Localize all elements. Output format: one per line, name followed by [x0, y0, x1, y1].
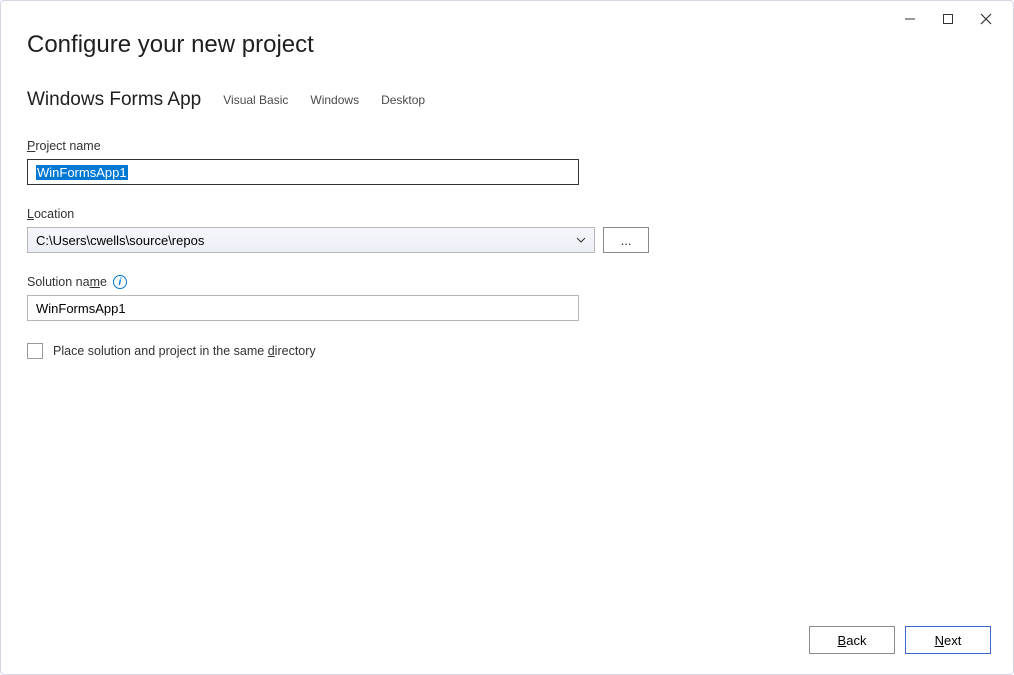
close-icon: [980, 13, 992, 25]
solution-name-group: Solution name i: [27, 275, 987, 321]
back-button[interactable]: Back: [809, 626, 895, 654]
location-combo[interactable]: C:\Users\cwells\source\repos: [27, 227, 595, 253]
content-area: Configure your new project Windows Forms…: [1, 1, 1013, 359]
maximize-button[interactable]: [929, 5, 967, 33]
maximize-icon: [942, 13, 954, 25]
back-label: Back: [838, 633, 867, 648]
location-group: Location C:\Users\cwells\source\repos ..…: [27, 207, 987, 253]
minimize-icon: [904, 13, 916, 25]
project-name-value: WinFormsApp1: [36, 165, 128, 180]
browse-label: ...: [621, 233, 632, 248]
titlebar: [891, 1, 1013, 33]
same-directory-row: Place solution and project in the same d…: [27, 343, 987, 359]
solution-name-label: Solution name i: [27, 275, 987, 289]
tag-windows: Windows: [310, 93, 359, 107]
browse-button[interactable]: ...: [603, 227, 649, 253]
page-title: Configure your new project: [27, 31, 987, 59]
same-directory-label: Place solution and project in the same d…: [53, 344, 316, 358]
location-row: C:\Users\cwells\source\repos ...: [27, 227, 987, 253]
project-name-label: Project name: [27, 139, 987, 153]
tag-desktop: Desktop: [381, 93, 425, 107]
location-value: C:\Users\cwells\source\repos: [36, 233, 204, 248]
project-type-subtitle: Windows Forms App: [27, 89, 201, 111]
footer: Back Next: [809, 626, 991, 654]
project-name-input[interactable]: WinFormsApp1: [27, 159, 579, 185]
tag-visual-basic: Visual Basic: [223, 93, 288, 107]
minimize-button[interactable]: [891, 5, 929, 33]
same-directory-checkbox[interactable]: [27, 343, 43, 359]
subtitle-row: Windows Forms App Visual Basic Windows D…: [27, 89, 987, 111]
next-button[interactable]: Next: [905, 626, 991, 654]
info-icon[interactable]: i: [113, 275, 127, 289]
project-name-group: Project name WinFormsApp1: [27, 139, 987, 185]
solution-name-input[interactable]: [27, 295, 579, 321]
chevron-down-icon: [576, 237, 586, 243]
next-label: Next: [935, 633, 962, 648]
location-label: Location: [27, 207, 987, 221]
close-button[interactable]: [967, 5, 1005, 33]
